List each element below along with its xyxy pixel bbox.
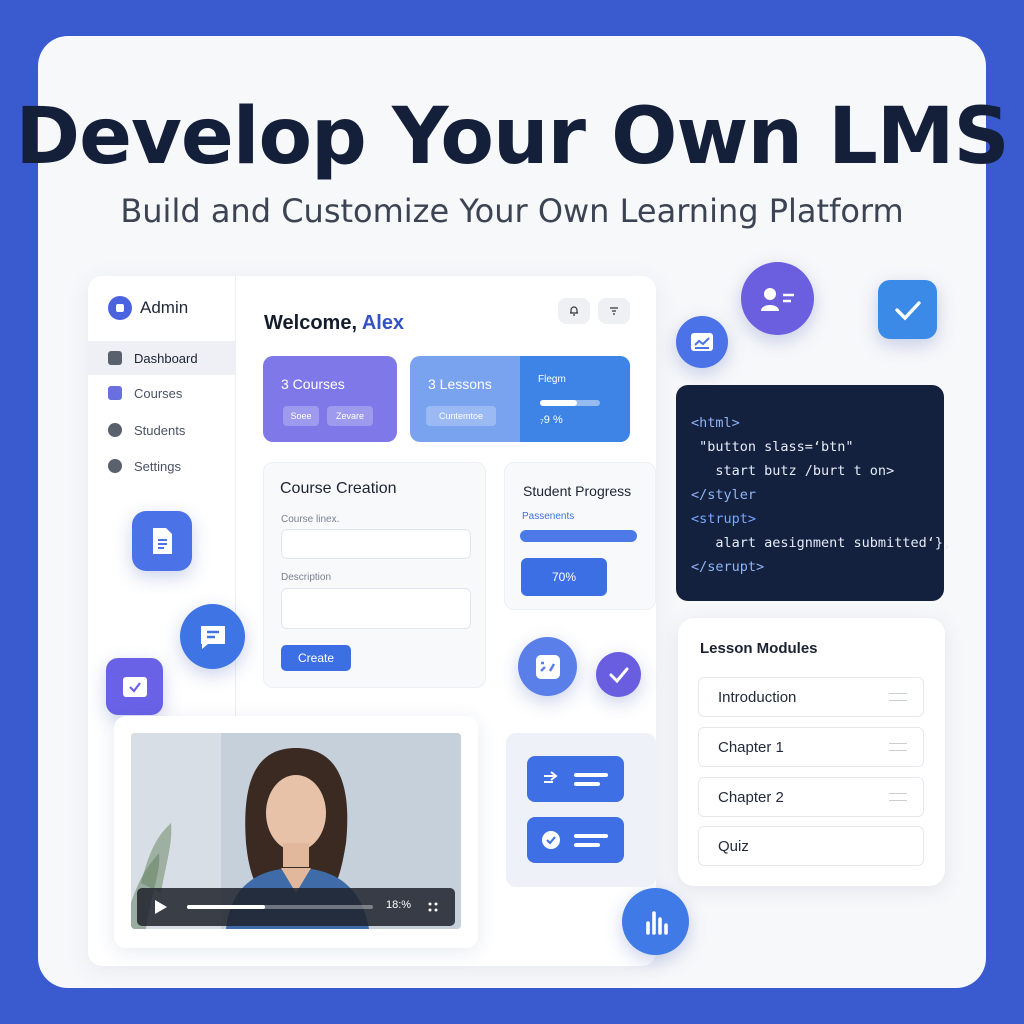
- progress-stat-bar: [540, 400, 600, 406]
- drag-handle-icon[interactable]: [889, 693, 907, 701]
- student-progress-percent: 70%: [521, 558, 607, 596]
- student-progress-fill: [520, 530, 637, 542]
- book-icon: [108, 386, 122, 400]
- brand[interactable]: Admin: [108, 296, 188, 320]
- checkbox-icon: [122, 676, 147, 697]
- headline: Develop Your Own LMS: [15, 92, 1009, 182]
- welcome-prefix: Welcome,: [264, 312, 362, 334]
- code-line: start butz /burt t on>: [691, 463, 895, 479]
- sidebar-item-label: Students: [134, 422, 186, 438]
- task-float-button[interactable]: [518, 637, 577, 696]
- complete-action-button[interactable]: [527, 817, 624, 863]
- user-card-icon: [760, 287, 794, 311]
- code-line: <html>: [691, 415, 740, 431]
- notifications-button[interactable]: [558, 298, 590, 324]
- video-seek-bar[interactable]: [187, 905, 373, 909]
- courses-chip-2[interactable]: Zevare: [327, 406, 373, 426]
- progress-stat-value: ₇9 %: [540, 414, 563, 426]
- action-line: [574, 834, 608, 838]
- progress-stat-title: Flegm: [538, 374, 566, 385]
- sidebar-item-students[interactable]: Students: [88, 413, 236, 447]
- module-item-introduction[interactable]: Introduction: [698, 677, 924, 717]
- play-icon[interactable]: [155, 900, 167, 914]
- lessons-stat-title: 3 Lessons: [428, 376, 492, 392]
- module-label: Quiz: [718, 837, 749, 855]
- check-icon: [894, 300, 921, 320]
- bell-icon: [570, 306, 578, 316]
- sidebar-item-dashboard[interactable]: Dashboard: [88, 341, 236, 375]
- check-box-float-button[interactable]: [106, 658, 163, 715]
- code-line: </serupt>: [691, 559, 765, 575]
- lessons-stat-card[interactable]: 3 Lessons Cuntemtoe Flegm ₇9 %: [410, 356, 630, 442]
- welcome-heading: Welcome, Alex: [264, 312, 404, 335]
- module-item-quiz[interactable]: Quiz: [698, 826, 924, 866]
- sidebar-item-label: Settings: [134, 458, 181, 474]
- progress-stat: Flegm ₇9 %: [520, 356, 630, 442]
- description-label: Description: [281, 572, 332, 583]
- chart-window-icon: [691, 333, 713, 351]
- video-controls: 18:%: [137, 888, 455, 926]
- module-label: Chapter 2: [718, 788, 784, 806]
- brand-logo-icon: [108, 296, 132, 320]
- filter-icon: [610, 307, 618, 315]
- drag-handle-icon[interactable]: [889, 793, 907, 801]
- confirm-float-button[interactable]: [878, 280, 937, 339]
- lesson-modules-title: Lesson Modules: [700, 640, 818, 657]
- task-check-icon: [535, 654, 560, 679]
- action-line: [574, 843, 600, 847]
- code-line: <strupt>: [691, 511, 757, 527]
- stats-float-button[interactable]: [622, 888, 689, 955]
- document-icon: [153, 528, 172, 554]
- student-progress-bar: [520, 530, 637, 542]
- code-line: "button slass=‘btn": [691, 439, 854, 455]
- courses-chip-1[interactable]: Soee: [283, 406, 319, 426]
- bar-chart-icon: [645, 910, 668, 935]
- chat-float-button[interactable]: [180, 604, 245, 669]
- module-item-chapter-1[interactable]: Chapter 1: [698, 727, 924, 767]
- code-line: </styler: [691, 487, 757, 503]
- user-name: Alex: [361, 312, 405, 334]
- check-circle-icon: [542, 831, 560, 849]
- arrow-right-icon: [544, 771, 558, 783]
- courses-stat-title: 3 Courses: [281, 376, 345, 392]
- student-progress-subtitle: Passenents: [522, 511, 575, 522]
- courses-stat-card[interactable]: 3 Courses Soee Zevare: [263, 356, 397, 442]
- action-line: [574, 773, 608, 777]
- user-icon: [108, 423, 122, 437]
- filter-button[interactable]: [598, 298, 630, 324]
- video-time: 18:%: [386, 899, 412, 911]
- drag-handle-icon[interactable]: [889, 743, 907, 751]
- lessons-chip[interactable]: Cuntemtoe: [426, 406, 496, 426]
- course-name-label: Course linex.: [281, 514, 340, 525]
- create-button[interactable]: Create: [281, 645, 351, 671]
- action-line: [574, 782, 600, 786]
- code-editor[interactable]: <html> "button slass=‘btn" start butz /b…: [676, 385, 952, 601]
- image-icon: [108, 351, 122, 365]
- brand-label: Admin: [140, 298, 189, 317]
- video-seek-fill: [187, 905, 266, 909]
- check-icon: [609, 667, 628, 683]
- document-float-button[interactable]: [132, 511, 192, 571]
- course-creation-title: Course Creation: [280, 480, 397, 497]
- student-progress-title: Student Progress: [523, 483, 632, 499]
- progress-stat-fill: [540, 400, 578, 406]
- sidebar-item-label: Courses: [134, 385, 183, 401]
- course-name-input[interactable]: [281, 529, 471, 559]
- sidebar-item-label: Dashboard: [134, 350, 198, 366]
- analytics-float-button[interactable]: [676, 316, 728, 368]
- subheadline: Build and Customize Your Own Learning Pl…: [120, 192, 904, 230]
- chat-icon: [200, 625, 225, 649]
- gear-icon: [108, 459, 122, 473]
- sidebar-item-courses[interactable]: Courses: [88, 376, 236, 410]
- user-profile-float-button[interactable]: [741, 262, 814, 335]
- module-label: Introduction: [718, 688, 797, 706]
- done-float-button[interactable]: [596, 652, 641, 697]
- module-item-chapter-2[interactable]: Chapter 2: [698, 777, 924, 817]
- code-line: alart aesignment submitted‘},: [691, 535, 952, 551]
- sidebar-item-settings[interactable]: Settings: [88, 449, 236, 483]
- description-input[interactable]: [281, 588, 471, 629]
- fullscreen-icon[interactable]: [427, 901, 439, 913]
- module-label: Chapter 1: [718, 738, 784, 756]
- assign-action-button[interactable]: [527, 756, 624, 802]
